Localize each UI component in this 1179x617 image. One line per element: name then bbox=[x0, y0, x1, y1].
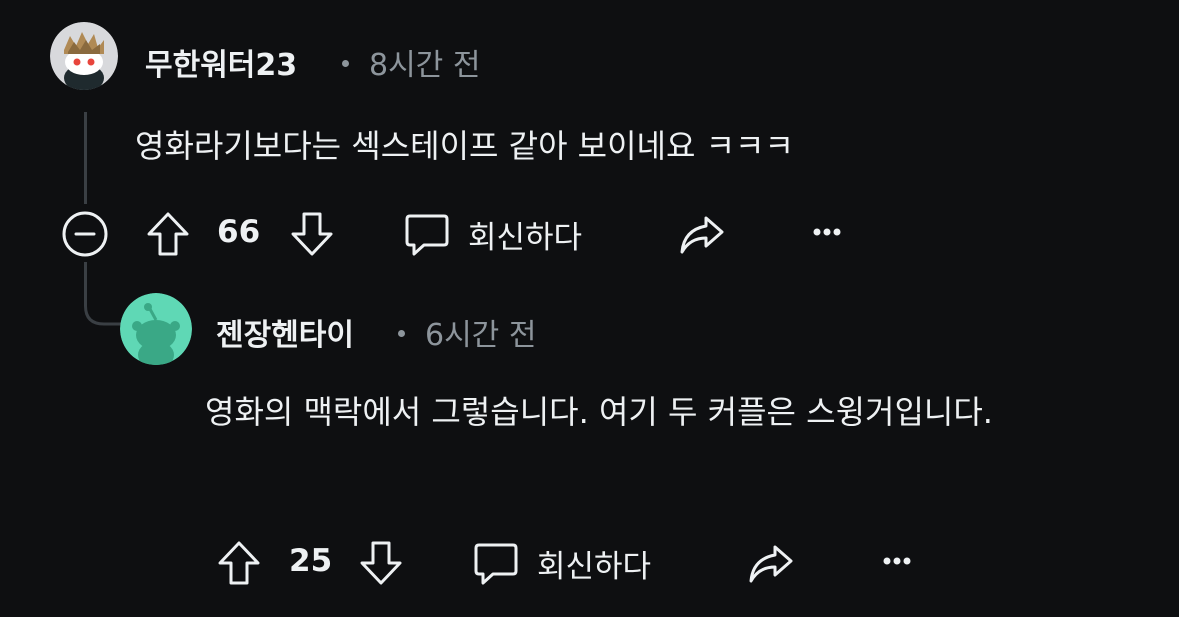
minus-circle-icon bbox=[62, 211, 108, 257]
username[interactable]: 젠장헨타이 bbox=[216, 310, 354, 354]
comment-text: 영화라기보다는 섹스테이프 같아 보이네요 ㅋㅋㅋ bbox=[135, 127, 794, 165]
share-button[interactable] bbox=[747, 541, 795, 585]
thread-line-top bbox=[84, 112, 87, 204]
timestamp: 6시간 전 bbox=[398, 310, 536, 354]
comment-bubble-icon bbox=[474, 543, 518, 585]
downvote-button[interactable] bbox=[289, 210, 335, 258]
downvote-arrow-icon bbox=[291, 212, 333, 256]
upvote-arrow-icon bbox=[218, 541, 260, 585]
reply-button[interactable]: 회신하다 bbox=[404, 210, 582, 258]
vote-count: 66 bbox=[217, 214, 261, 250]
vote-count: 25 bbox=[289, 543, 333, 579]
downvote-button[interactable] bbox=[358, 539, 404, 587]
avatar[interactable] bbox=[120, 293, 192, 365]
comment-text: 영화의 맥락에서 그렇습니다. 여기 두 커플은 스윙거입니다. bbox=[205, 393, 993, 431]
more-options-button[interactable] bbox=[810, 222, 844, 242]
separator-dot bbox=[398, 330, 405, 337]
username[interactable]: 무한워터23 bbox=[145, 40, 297, 84]
reply-label: 회신하다 bbox=[537, 548, 652, 585]
reply-button[interactable]: 회신하다 bbox=[473, 539, 651, 587]
time-text: 6시간 전 bbox=[425, 318, 537, 353]
ellipsis-icon bbox=[813, 228, 841, 236]
share-arrow-icon bbox=[680, 216, 724, 254]
reply-label: 회신하다 bbox=[468, 219, 583, 256]
upvote-button[interactable] bbox=[216, 539, 262, 587]
share-arrow-icon bbox=[749, 545, 793, 583]
time-text: 8시간 전 bbox=[369, 48, 481, 83]
comment-bubble-icon bbox=[405, 214, 449, 256]
downvote-arrow-icon bbox=[360, 541, 402, 585]
snoo-avatar-icon bbox=[50, 22, 118, 90]
timestamp: 8시간 전 bbox=[342, 40, 480, 84]
snoo-avatar-icon bbox=[120, 293, 192, 365]
collapse-button[interactable] bbox=[61, 210, 109, 258]
avatar[interactable] bbox=[50, 22, 118, 90]
ellipsis-icon bbox=[883, 557, 911, 565]
upvote-arrow-icon bbox=[147, 212, 189, 256]
thread-connector bbox=[84, 290, 124, 326]
share-button[interactable] bbox=[678, 212, 726, 256]
upvote-button[interactable] bbox=[145, 210, 191, 258]
more-options-button[interactable] bbox=[880, 551, 914, 571]
separator-dot bbox=[342, 60, 349, 67]
